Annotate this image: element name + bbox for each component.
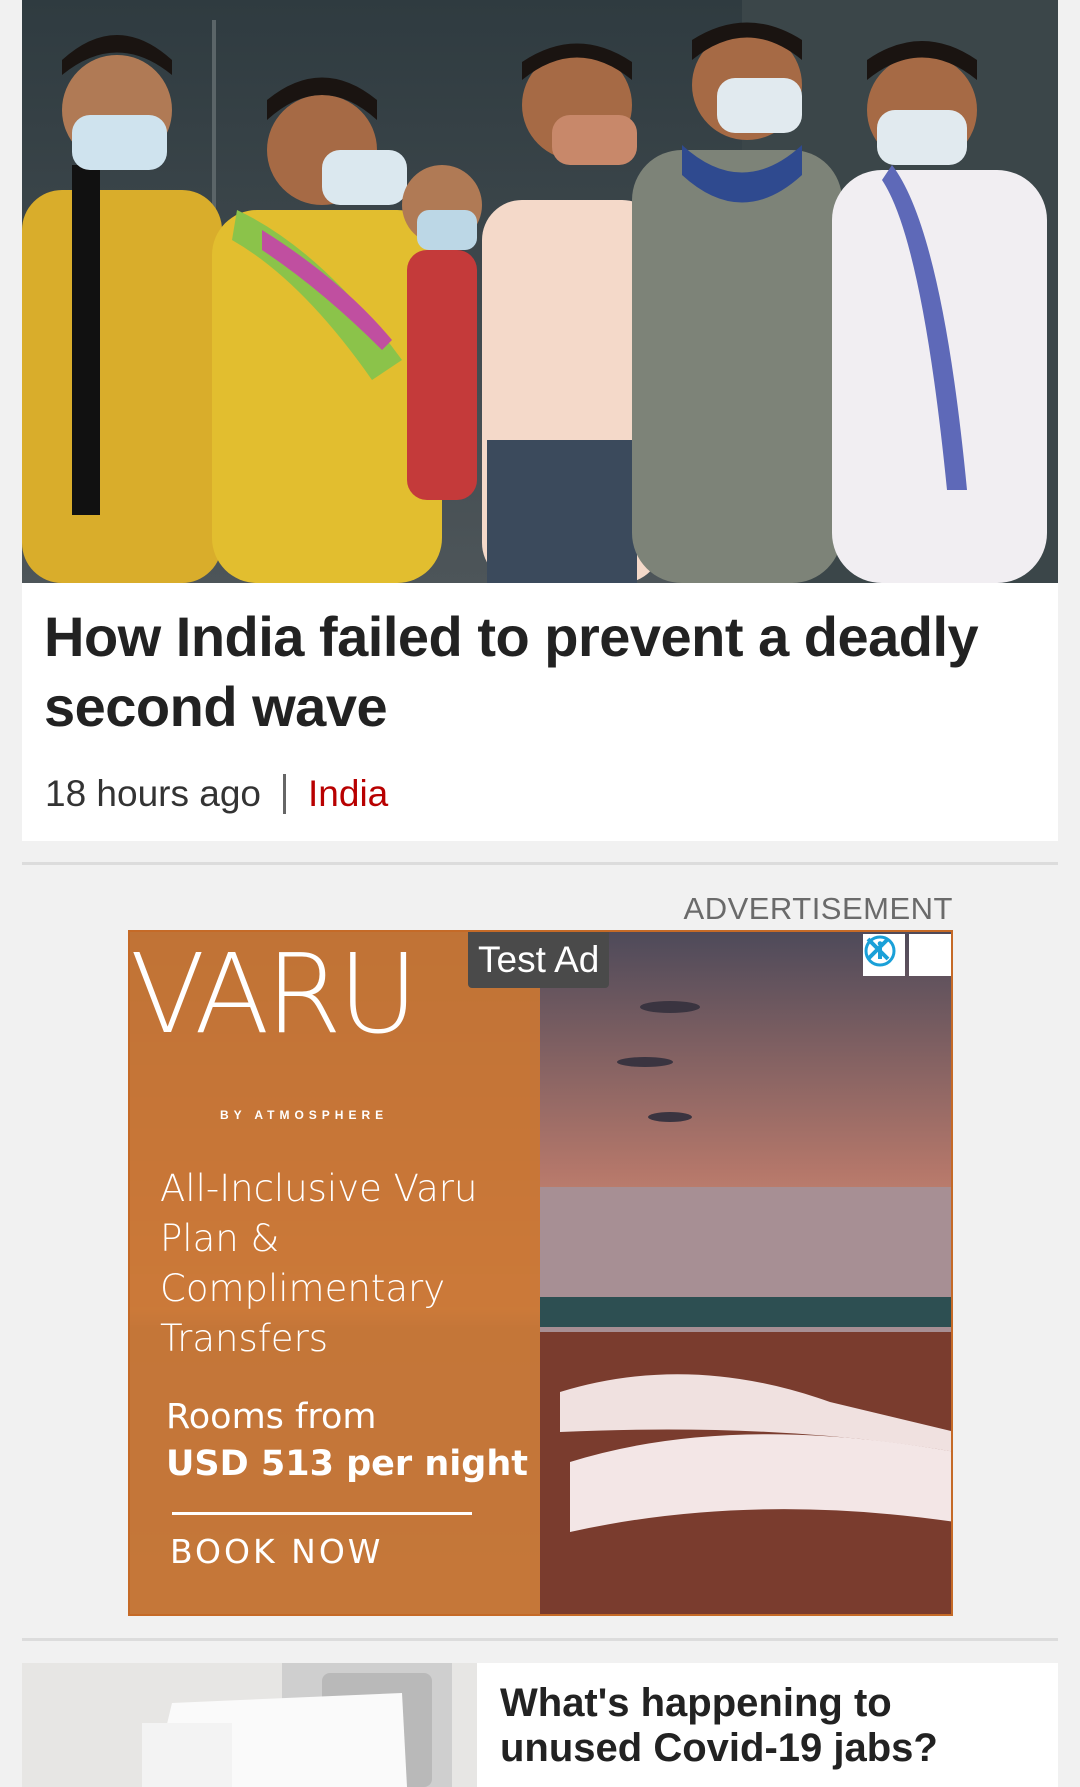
ad-price-text: USD 513 per night	[166, 1444, 528, 1484]
book-now-button[interactable]: BOOK NOW	[170, 1532, 383, 1571]
hero-headline[interactable]: How India failed to prevent a deadly sec…	[44, 602, 1034, 742]
ad-controls	[863, 934, 951, 976]
section-divider	[22, 862, 1058, 865]
hero-story-card[interactable]: How India failed to prevent a deadly sec…	[22, 0, 1058, 841]
story-headline[interactable]: What's happening to unused Covid-19 jabs…	[500, 1681, 1040, 1771]
test-ad-badge: Test Ad	[468, 932, 610, 988]
hero-image[interactable]	[22, 0, 1058, 583]
ad-offer-text: All-Inclusive Varu Plan & Complimentary …	[160, 1167, 478, 1360]
advertisement-label: ADVERTISEMENT	[683, 891, 953, 926]
story-thumbnail[interactable]	[22, 1663, 477, 1787]
section-divider-2	[22, 1638, 1058, 1641]
close-icon[interactable]	[866, 934, 951, 976]
varu-logo: VARU	[130, 932, 418, 1052]
ad-rooms-text: Rooms from	[166, 1397, 377, 1437]
meta-separator	[283, 774, 287, 814]
ad-banner[interactable]: VARU BY ATMOSPHERE All-Inclusive Varu Pl…	[128, 930, 953, 1616]
category-link[interactable]: India	[308, 772, 388, 816]
brand-subtitle: BY ATMOSPHERE	[220, 1108, 389, 1122]
story-meta: 18 hours ago India	[45, 772, 388, 816]
svg-text:VARU: VARU	[130, 932, 414, 1052]
ad-underline	[172, 1512, 472, 1515]
story-card[interactable]: What's happening to unused Covid-19 jabs…	[22, 1663, 1058, 1787]
timestamp: 18 hours ago	[45, 773, 262, 814]
hero-photo	[22, 0, 1058, 583]
